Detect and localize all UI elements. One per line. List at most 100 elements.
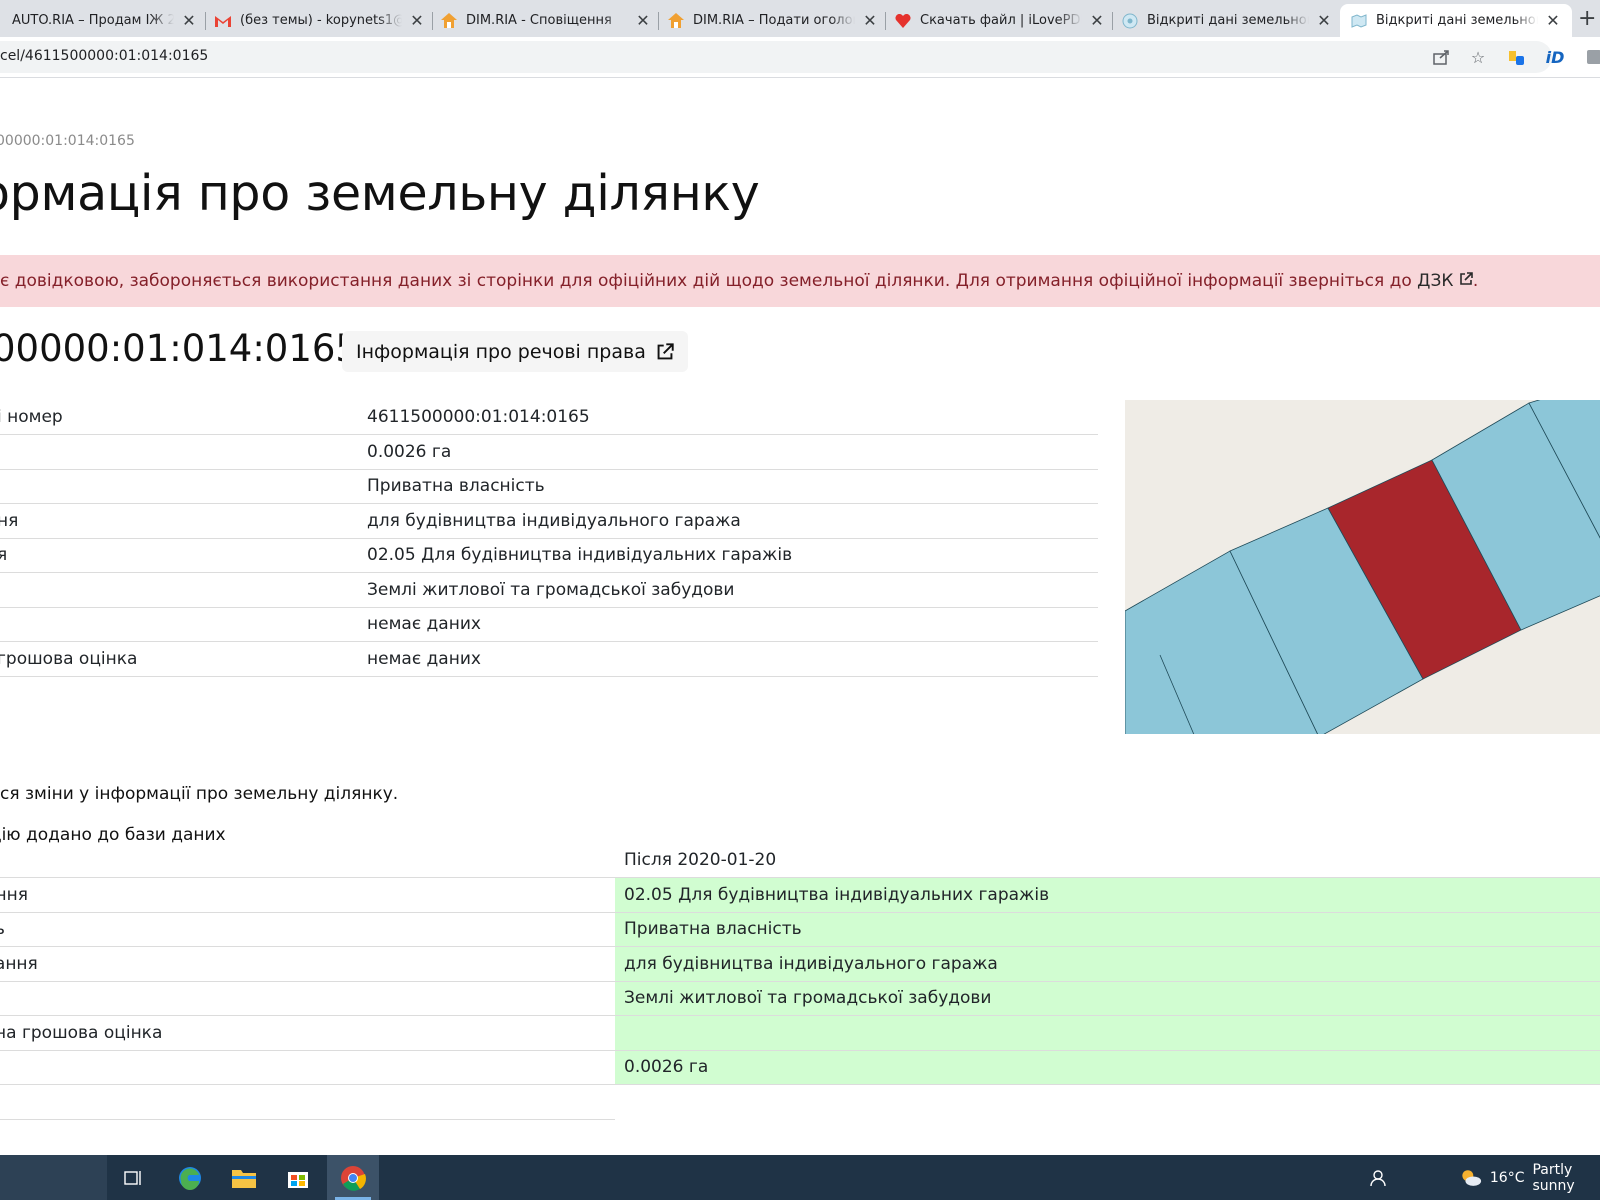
row-value: 02.05 Для будівництва індивідуальних гар…	[358, 538, 1098, 573]
tab-separator	[205, 12, 206, 30]
gmail-icon	[214, 12, 232, 30]
task-view-icon[interactable]	[107, 1155, 159, 1200]
new-tab-icon[interactable]: +	[1578, 6, 1596, 31]
tab-open-land-data-active[interactable]: Відкриті дані земельного ✕	[1340, 4, 1572, 37]
parcel-info-table: і номер 4611500000:01:014:0165 0.0026 га …	[0, 400, 1098, 677]
share-icon[interactable]	[1432, 47, 1452, 67]
row-value: Землі житлової та громадської забудови	[358, 572, 1098, 608]
close-tab-icon[interactable]: ✕	[1315, 11, 1333, 30]
row-key	[0, 1084, 615, 1120]
row-value: Землі житлової та громадської забудови	[615, 981, 1600, 1016]
row-value: для будівництва індивідуального гаража	[358, 503, 1098, 539]
tab-separator	[1112, 12, 1113, 30]
row-value	[615, 1085, 1600, 1120]
dimria-icon	[667, 12, 685, 30]
tab-separator	[658, 12, 659, 30]
tab-ilovepdf[interactable]: Скачать файл | iLovePDF ✕	[894, 4, 1106, 37]
row-key: я	[0, 981, 615, 1016]
table-row	[0, 1084, 1600, 1120]
row-key: ня	[0, 503, 358, 539]
property-rights-button[interactable]: Інформація про речові права	[342, 331, 688, 372]
tab-autoria[interactable]: AUTO.RIA – Продам ІЖ 21 ✕	[0, 4, 198, 37]
table-row: 0.0026 га	[0, 1050, 1600, 1085]
external-link-icon	[657, 342, 674, 359]
row-value: 4611500000:01:014:0165	[358, 400, 1098, 435]
tab-strip: AUTO.RIA – Продам ІЖ 21 ✕ (без темы) - k…	[0, 0, 1600, 37]
chrome-icon[interactable]	[327, 1155, 379, 1200]
row-key: тання	[0, 946, 615, 982]
row-key: я	[0, 538, 358, 573]
row-key	[0, 607, 358, 642]
address-bar[interactable]: cel/4611500000:01:014:0165	[0, 41, 1552, 73]
row-key: ення	[0, 877, 615, 913]
alert-text: є довідковою, забороняється використання…	[0, 271, 1418, 291]
file-explorer-icon[interactable]	[218, 1155, 270, 1200]
people-icon[interactable]	[1370, 1155, 1390, 1200]
table-row: немає даних	[0, 607, 1098, 642]
tab-dimria-notifications[interactable]: DIM.RIA - Сповіщення ✕	[440, 4, 652, 37]
close-tab-icon[interactable]: ✕	[1544, 11, 1562, 30]
table-row: Землі житлової та громадської забудови	[0, 572, 1098, 608]
row-value: Після 2020-01-20	[615, 843, 1600, 878]
row-key	[0, 1050, 615, 1085]
weather-widget[interactable]: 16°C Partly sunny	[1460, 1155, 1600, 1200]
pdf-extension-icon[interactable]	[1584, 47, 1600, 67]
added-to-db-label: цію додано до бази даних	[0, 825, 226, 845]
browser-toolbar: cel/4611500000:01:014:0165 ☆ iD	[0, 37, 1600, 78]
weather-temp: 16°C	[1489, 1169, 1525, 1186]
row-key: грошова оцінка	[0, 641, 358, 677]
table-row: ення02.05 Для будівництва індивідуальних…	[0, 877, 1600, 913]
close-tab-icon[interactable]: ✕	[1088, 11, 1106, 30]
row-value: немає даних	[358, 607, 1098, 642]
close-tab-icon[interactable]: ✕	[408, 11, 426, 30]
extension-icon[interactable]	[1506, 47, 1526, 67]
id-extension-icon[interactable]: iD	[1545, 47, 1565, 67]
row-key: ть	[0, 912, 615, 947]
table-row: таннядля будівництва індивідуального гар…	[0, 946, 1600, 982]
external-link-icon	[1460, 272, 1473, 285]
table-row: нядля будівництва індивідуального гаража	[0, 503, 1098, 539]
partly-sunny-icon	[1462, 1169, 1482, 1186]
tab-gmail[interactable]: (без темы) - kopynets1@g ✕	[214, 4, 426, 37]
parcel-map[interactable]	[1125, 400, 1600, 734]
browser-window: AUTO.RIA – Продам ІЖ 21 ✕ (без темы) - k…	[0, 0, 1600, 1200]
bookmark-star-icon[interactable]: ☆	[1468, 47, 1488, 67]
store-icon[interactable]	[272, 1155, 324, 1200]
row-key	[0, 572, 358, 608]
close-tab-icon[interactable]: ✕	[180, 11, 198, 30]
dimria-icon	[440, 12, 458, 30]
tab-separator	[432, 12, 433, 30]
table-row: Приватна власність	[0, 469, 1098, 504]
windows-taskbar: 16°C Partly sunny	[0, 1155, 1600, 1200]
row-value: Приватна власність	[358, 469, 1098, 504]
row-key	[0, 434, 358, 470]
table-row: 0.0026 га	[0, 434, 1098, 470]
tab-separator	[885, 12, 886, 30]
row-value	[615, 1015, 1600, 1051]
row-key: я	[0, 843, 615, 878]
row-key: вна грошова оцінка	[0, 1015, 615, 1051]
row-value: для будівництва індивідуального гаража	[615, 946, 1600, 982]
row-key: і номер	[0, 400, 358, 435]
dzk-link[interactable]: ДЗК	[1417, 271, 1473, 291]
url-text[interactable]: cel/4611500000:01:014:0165	[0, 48, 208, 64]
page-title: ормація про земельну ділянку	[0, 165, 760, 222]
table-header-row: яПісля 2020-01-20	[0, 843, 1600, 878]
row-value: 02.05 Для будівництва індивідуальних гар…	[615, 877, 1600, 913]
close-tab-icon[interactable]: ✕	[861, 11, 879, 30]
table-row: яЗемлі житлової та громадської забудови	[0, 981, 1600, 1016]
taskbar-search-box[interactable]	[0, 1155, 107, 1200]
disclaimer-alert: є довідковою, забороняється використання…	[0, 255, 1600, 307]
table-row: тьПриватна власність	[0, 912, 1600, 947]
ilovepdf-icon	[894, 12, 912, 30]
row-value: немає даних	[358, 641, 1098, 677]
table-row: грошова оцінка немає даних	[0, 641, 1098, 677]
close-tab-icon[interactable]: ✕	[634, 11, 652, 30]
history-table: яПісля 2020-01-20 ення02.05 Для будівниц…	[0, 843, 1600, 1120]
tab-dimria-submit[interactable]: DIM.RIA – Подати оголош ✕	[667, 4, 879, 37]
table-row: і номер 4611500000:01:014:0165	[0, 400, 1098, 435]
tab-open-land-data[interactable]: Відкриті дані земельного ✕	[1121, 4, 1333, 37]
breadcrumb[interactable]: 00000:01:014:0165	[0, 133, 135, 149]
table-row: я02.05 Для будівництва індивідуальних га…	[0, 538, 1098, 573]
edge-icon[interactable]	[164, 1155, 216, 1200]
